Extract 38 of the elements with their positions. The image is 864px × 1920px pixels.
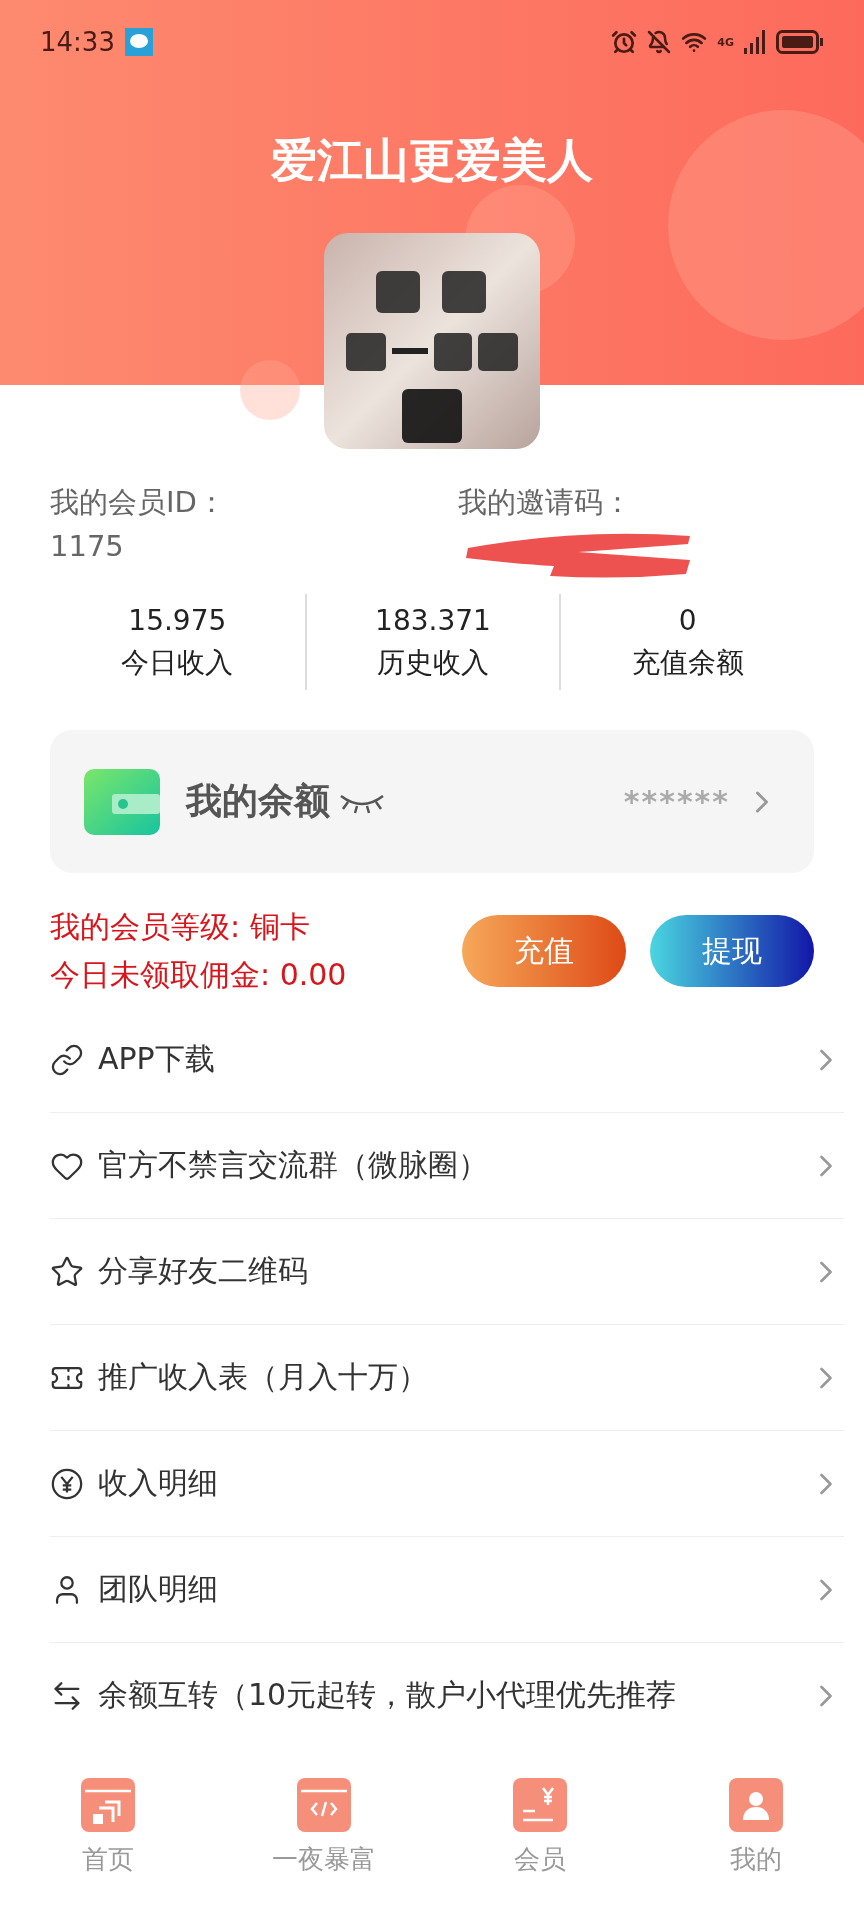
yen-card-icon	[513, 1778, 567, 1832]
member-id-value: 1175	[50, 528, 125, 565]
stat-value: 0	[678, 603, 697, 639]
alarm-icon	[611, 29, 638, 55]
link-icon	[50, 1042, 84, 1077]
chat-app-icon	[124, 28, 153, 56]
page-title: 爱江山更爱美人	[271, 132, 593, 189]
network-type: 4G	[717, 35, 734, 49]
menu-item[interactable]: 推广收入表（月入十万）	[50, 1325, 844, 1431]
stat-value: 183.371	[375, 603, 491, 639]
menu-item[interactable]: 官方不禁言交流群（微脉圈）	[50, 1113, 844, 1219]
star-icon	[50, 1254, 84, 1289]
menu-item[interactable]: 分享好友二维码	[50, 1219, 844, 1325]
balance-title: 我的余额	[186, 779, 330, 823]
menu-item[interactable]: 团队明细	[50, 1537, 844, 1643]
unclaimed-commission: 今日未领取佣金: 0.00	[50, 956, 348, 994]
stat-label: 今日收入	[121, 645, 234, 681]
member-level: 我的会员等级: 铜卡	[50, 908, 311, 946]
member-id-label: 我的会员ID：	[50, 484, 227, 521]
person-icon	[729, 1778, 783, 1832]
stat-value: 15.975	[128, 603, 227, 639]
status-time: 14:33	[40, 27, 115, 57]
yen-icon	[50, 1466, 84, 1501]
battery-icon	[776, 30, 824, 54]
withdraw-button[interactable]: 提现	[650, 915, 814, 987]
stat-label: 历史收入	[377, 645, 489, 681]
wallet-icon	[84, 768, 160, 835]
menu-item[interactable]: 余额互转（10元起转，散户小代理优先推荐	[50, 1643, 844, 1748]
mute-icon	[647, 30, 672, 54]
menu-item[interactable]: APP下载	[50, 1007, 844, 1113]
balance-card[interactable]: 我的余额 ******	[50, 730, 814, 873]
masked-balance: ******	[623, 784, 730, 819]
window-icon	[81, 1778, 135, 1832]
invite-code-label: 我的邀请码：	[458, 484, 633, 521]
menu-item[interactable]: 收入明细	[50, 1431, 844, 1537]
signal-icon	[744, 30, 766, 54]
code-icon	[297, 1778, 351, 1832]
stat-label: 充值余额	[631, 645, 744, 681]
